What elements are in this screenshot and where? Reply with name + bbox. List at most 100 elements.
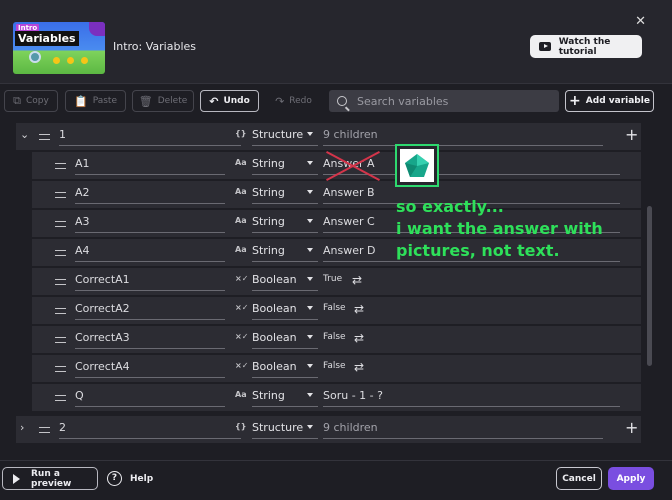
variable-type-select[interactable]: Boolean — [252, 326, 318, 349]
toggle-swap-icon[interactable]: ⇄ — [352, 273, 362, 287]
boolean-value: False — [323, 303, 346, 313]
play-icon — [13, 473, 20, 484]
chevron-down-icon — [307, 161, 313, 165]
variable-type-select[interactable]: Boolean — [252, 355, 318, 378]
variable-name-field[interactable]: Q — [75, 384, 225, 407]
boolean-type-icon: ×✓ — [235, 303, 249, 312]
children-count: 9 children — [323, 416, 603, 439]
picture-example-inner — [400, 149, 434, 182]
variable-type-label: Boolean — [252, 302, 297, 315]
undo-icon: ↶ — [209, 94, 219, 108]
paste-button[interactable]: 📋 Paste — [65, 90, 126, 112]
drag-handle-icon[interactable] — [39, 427, 50, 433]
variable-type-select[interactable]: Boolean — [252, 268, 318, 291]
drag-handle-icon[interactable] — [55, 395, 66, 401]
drag-handle-icon[interactable] — [55, 163, 66, 169]
watch-tutorial-button[interactable]: Watch the tutorial — [530, 35, 642, 58]
apply-button[interactable]: Apply — [608, 467, 654, 490]
search-input[interactable]: Search variables — [329, 90, 559, 112]
copy-label: Copy — [26, 96, 49, 106]
toggle-swap-icon[interactable]: ⇄ — [354, 302, 364, 316]
copy-button[interactable]: ⧉ Copy — [4, 90, 58, 112]
variable-type-label: Structure — [252, 128, 304, 141]
copy-icon: ⧉ — [13, 94, 21, 107]
toggle-swap-icon[interactable]: ⇄ — [354, 360, 364, 374]
variable-name-field[interactable]: CorrectA2 — [75, 297, 225, 320]
variable-type-select[interactable]: Structure — [252, 123, 318, 146]
character-icon — [29, 51, 41, 63]
picture-example — [395, 144, 439, 187]
search-placeholder: Search variables — [357, 94, 449, 108]
variable-type-select[interactable]: String — [252, 384, 318, 407]
variable-type-select[interactable]: Boolean — [252, 297, 318, 320]
chevron-down-icon — [307, 132, 313, 136]
variable-type-select[interactable]: String — [252, 152, 318, 175]
variable-type-select[interactable]: String — [252, 239, 318, 262]
delete-button[interactable]: 🗑 Delete — [132, 90, 194, 112]
variable-type-select[interactable]: String — [252, 181, 318, 204]
variable-row-correcta2[interactable]: CorrectA2 ×✓ Boolean False ⇄ — [32, 297, 641, 324]
toolbar: ⧉ Copy 📋 Paste 🗑 Delete ↶ Undo ↷ Redo Se… — [0, 88, 672, 116]
add-child-icon[interactable]: + — [625, 418, 641, 437]
drag-handle-icon[interactable] — [39, 134, 50, 140]
paste-label: Paste — [92, 96, 117, 106]
drag-handle-icon[interactable] — [55, 337, 66, 343]
search-icon — [337, 96, 347, 106]
drag-handle-icon[interactable] — [55, 192, 66, 198]
variable-name-field[interactable]: CorrectA3 — [75, 326, 225, 349]
boolean-value: False — [323, 332, 346, 342]
help-button[interactable]: ? Help — [107, 471, 153, 486]
toggle-swap-icon[interactable]: ⇄ — [354, 331, 364, 345]
header: Intro Variables Intro: Variables ✕ Watch… — [0, 0, 672, 84]
close-icon[interactable]: ✕ — [635, 14, 646, 29]
variable-name-field[interactable]: 1 — [59, 123, 241, 146]
variable-row-q[interactable]: Q Aa String Soru - 1 - ? — [32, 384, 641, 411]
chevron-down-icon — [307, 425, 313, 429]
chevron-down-icon — [307, 335, 313, 339]
structure-type-icon: {} — [235, 129, 247, 138]
variable-type-label: Structure — [252, 421, 304, 434]
variable-name-field[interactable]: CorrectA4 — [75, 355, 225, 378]
variable-name-field[interactable]: A4 — [75, 239, 225, 262]
footer: Run a preview ? Help Cancel Apply — [0, 460, 672, 500]
chevron-down-icon — [307, 248, 313, 252]
children-count: 9 children — [323, 123, 603, 146]
variable-name-field[interactable]: CorrectA1 — [75, 268, 225, 291]
variable-type-select[interactable]: Structure — [252, 416, 318, 439]
string-type-icon: Aa — [235, 216, 247, 225]
variable-name-field[interactable]: A2 — [75, 181, 225, 204]
drag-handle-icon[interactable] — [55, 221, 66, 227]
variable-type-label: Boolean — [252, 273, 297, 286]
variable-type-select[interactable]: String — [252, 210, 318, 233]
chevron-down-icon — [307, 306, 313, 310]
drag-handle-icon[interactable] — [55, 366, 66, 372]
drag-handle-icon[interactable] — [55, 250, 66, 256]
delete-label: Delete — [157, 96, 188, 106]
chevron-down-icon — [307, 190, 313, 194]
variable-row-correcta4[interactable]: CorrectA4 ×✓ Boolean False ⇄ — [32, 355, 641, 382]
redo-button[interactable]: ↷ Redo — [265, 90, 322, 112]
variable-row-2[interactable]: › 2 {} Structure 9 children + — [16, 416, 641, 443]
variable-name-field[interactable]: A3 — [75, 210, 225, 233]
variable-row-correcta3[interactable]: CorrectA3 ×✓ Boolean False ⇄ — [32, 326, 641, 353]
undo-button[interactable]: ↶ Undo — [200, 90, 259, 112]
add-child-icon[interactable]: + — [625, 125, 641, 144]
variable-name-field[interactable]: 2 — [59, 416, 241, 439]
thumbnail-title: Variables — [15, 31, 79, 46]
variable-row-1[interactable]: ⌄ 1 {} Structure 9 children + — [16, 123, 641, 150]
chevron-down-icon[interactable]: ⌄ — [20, 128, 29, 141]
scrollbar[interactable] — [647, 206, 652, 366]
cancel-button[interactable]: Cancel — [556, 467, 602, 490]
run-preview-button[interactable]: Run a preview — [2, 467, 98, 490]
drag-handle-icon[interactable] — [55, 279, 66, 285]
variable-row-correcta1[interactable]: CorrectA1 ×✓ Boolean True ⇄ — [32, 268, 641, 295]
drag-handle-icon[interactable] — [55, 308, 66, 314]
variable-name-field[interactable]: A1 — [75, 152, 225, 175]
variable-type-label: Boolean — [252, 331, 297, 344]
add-variable-button[interactable]: + Add variable — [565, 90, 654, 112]
chevron-down-icon — [307, 277, 313, 281]
gdevelop-logo-icon — [89, 22, 105, 36]
help-icon: ? — [107, 471, 122, 486]
variable-value-field[interactable]: Soru - 1 - ? — [323, 384, 620, 407]
chevron-right-icon[interactable]: › — [20, 421, 24, 434]
